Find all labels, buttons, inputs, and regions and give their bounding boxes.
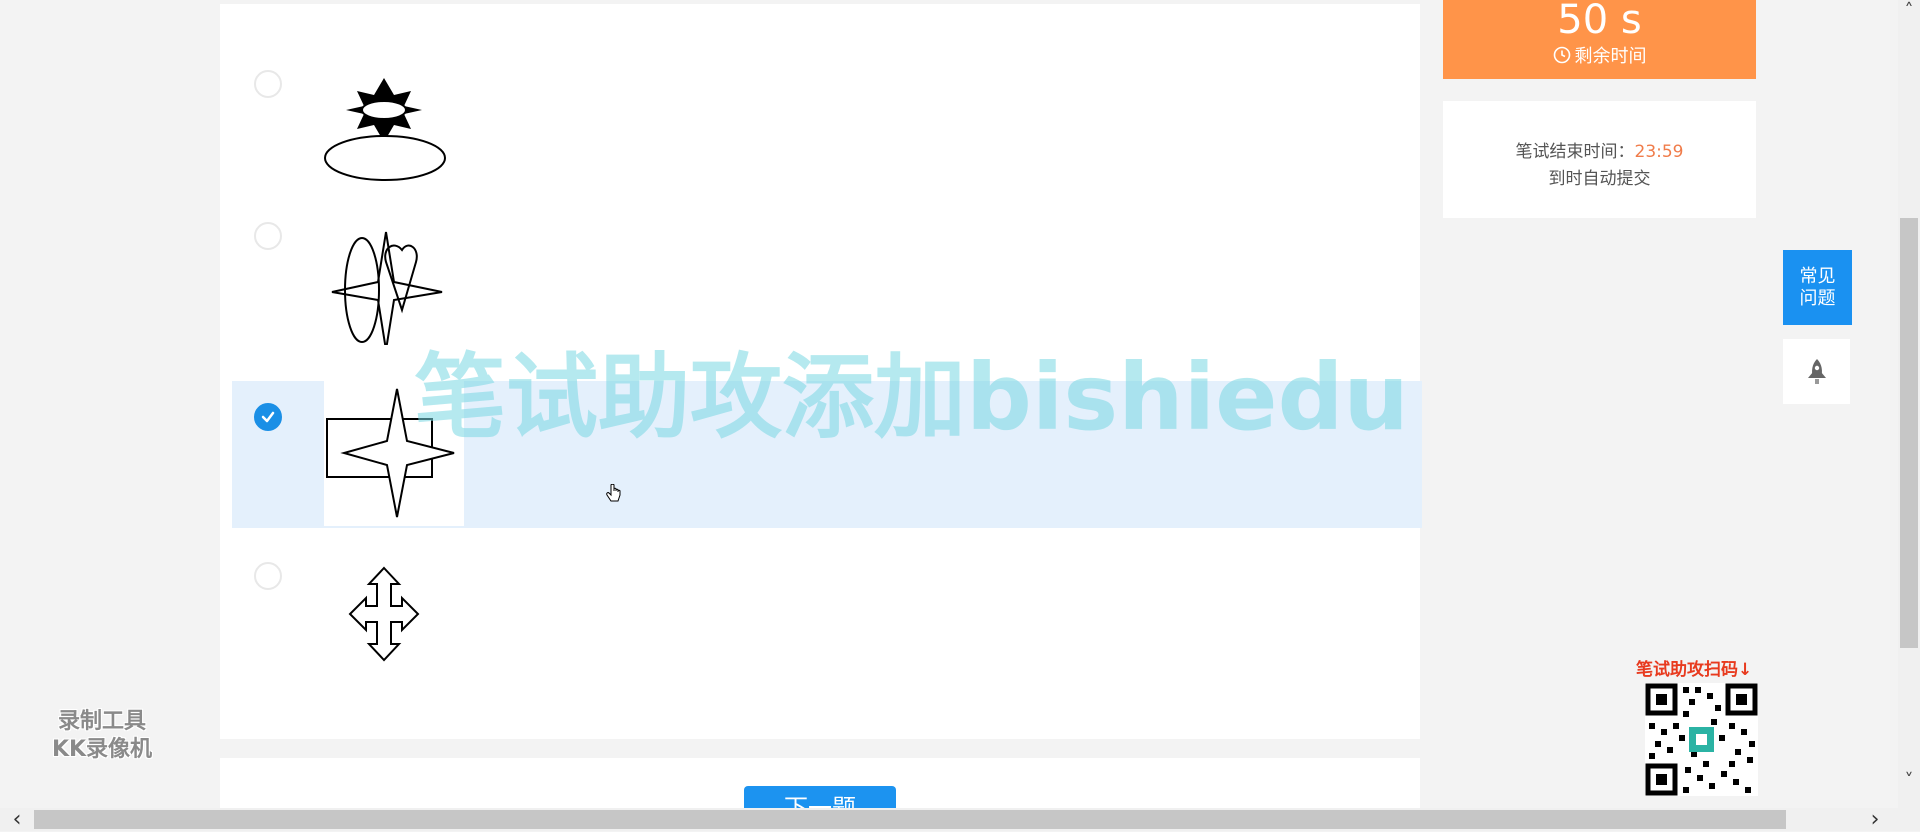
chevron-left-icon[interactable]: ‹	[0, 808, 34, 831]
recorder-line1: 录制工具	[57, 709, 146, 734]
vertical-scrollbar[interactable]: ˄ ˅	[1898, 0, 1920, 808]
check-icon	[261, 411, 275, 423]
clock-icon	[1553, 46, 1570, 64]
end-time-value: 23:59	[1634, 142, 1684, 162]
qr-code	[1645, 683, 1758, 796]
chevron-right-icon[interactable]: ›	[1858, 808, 1892, 831]
timer-label: 剩余时间	[1443, 42, 1756, 68]
option-c-radio[interactable]	[254, 403, 282, 431]
option-b-radio[interactable]	[254, 222, 282, 250]
qr-caption: 笔试助攻扫码↓	[1636, 660, 1753, 680]
rocket-icon	[1807, 358, 1826, 384]
vertical-scroll-thumb[interactable]	[1900, 218, 1918, 648]
end-time-label: 笔试结束时间：	[1515, 142, 1635, 162]
timer-label-text: 剩余时间	[1574, 46, 1647, 67]
chevron-up-icon[interactable]: ˄	[1898, 0, 1920, 22]
auto-submit-text: 到时自动提交	[1548, 169, 1651, 189]
star-ellipse-figure	[324, 48, 464, 193]
option-d-radio[interactable]	[254, 562, 282, 590]
end-time-line: 笔试结束时间：23:59	[1443, 137, 1756, 162]
option-a[interactable]	[232, 48, 1422, 198]
faq-button[interactable]: 常见 问题	[1783, 250, 1852, 325]
option-c-check-cell	[232, 381, 316, 526]
cross-arrows-figure	[324, 540, 464, 685]
back-to-top-button[interactable]	[1783, 339, 1850, 404]
horizontal-scroll-thumb[interactable]	[34, 810, 1786, 829]
recorder-line2: KK录像机	[51, 737, 153, 762]
option-a-radio[interactable]	[254, 70, 282, 98]
timer-value: 50 s	[1557, 0, 1642, 43]
hand-cursor-icon	[606, 483, 622, 510]
timer-box: 50 s 剩余时间	[1443, 0, 1756, 79]
end-time-box: 笔试结束时间：23:59 到时自动提交	[1443, 101, 1756, 218]
recorder-watermark: 录制工具 KK录像机	[32, 708, 172, 764]
horizontal-scrollbar[interactable]: ‹ ›	[0, 808, 1920, 831]
faq-label: 常见 问题	[1799, 265, 1836, 309]
chevron-down-icon[interactable]: ˅	[1898, 770, 1920, 792]
watermark-text: 笔试助攻添加bishiedu	[414, 344, 1409, 451]
option-d[interactable]	[232, 540, 1422, 690]
